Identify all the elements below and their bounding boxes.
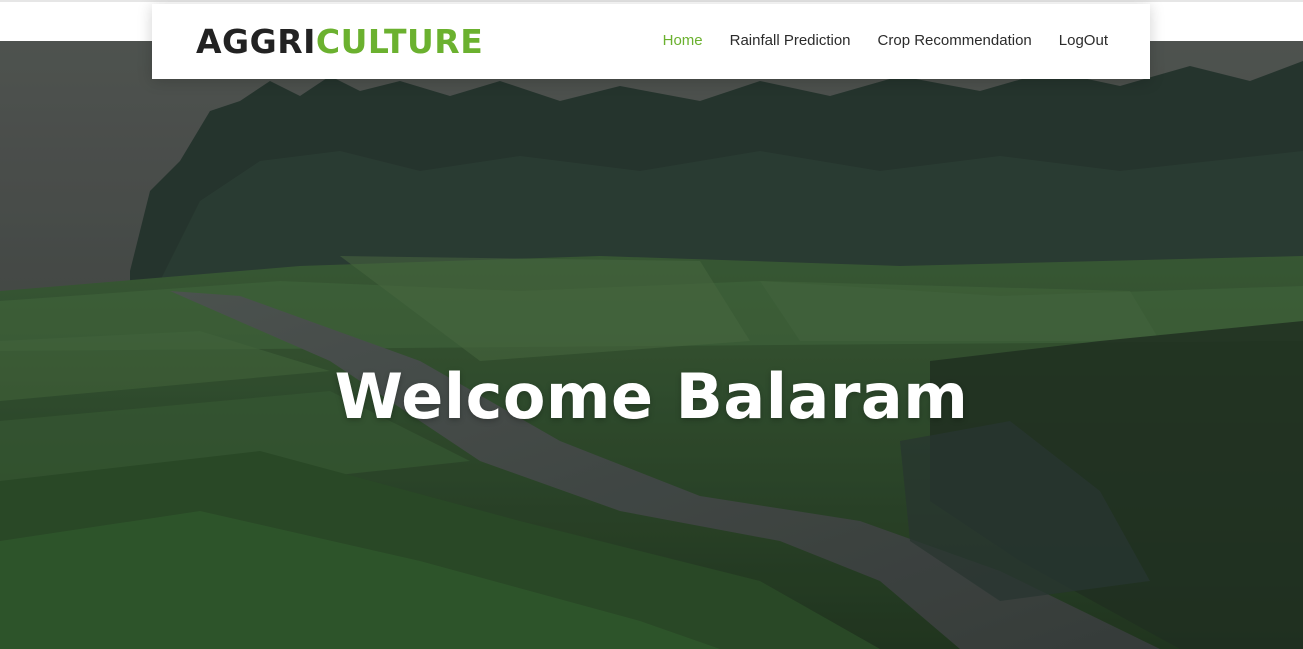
hero-overlay [0,41,1303,649]
brand-part-dark: AGGRI [196,22,316,61]
main-nav: Home Rainfall Prediction Crop Recommenda… [663,31,1108,51]
welcome-heading: Welcome Balaram [334,360,969,433]
hero-banner [0,41,1303,649]
nav-link-logout[interactable]: LogOut [1059,31,1108,51]
brand-part-green: CULTURE [315,22,484,61]
nav-link-rainfall-prediction[interactable]: Rainfall Prediction [730,31,851,51]
nav-link-crop-recommendation[interactable]: Crop Recommendation [878,31,1032,51]
brand-logo[interactable]: AGGRICULTURE [196,22,483,62]
navbar: AGGRICULTURE Home Rainfall Prediction Cr… [152,4,1150,79]
nav-link-home[interactable]: Home [663,31,703,51]
